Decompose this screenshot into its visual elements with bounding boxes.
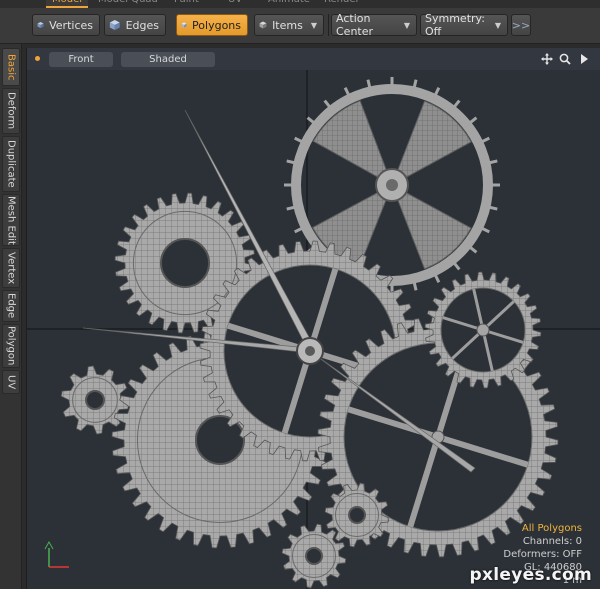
gear-scene-canvas xyxy=(27,70,600,589)
tab-basic-label: Basic xyxy=(5,53,17,81)
viewport-status-dot xyxy=(35,56,40,61)
tab-duplicate-label: Duplicate xyxy=(5,140,17,188)
balance-wheel-pin xyxy=(489,205,498,211)
vertices-cube-icon xyxy=(37,21,44,29)
layout-tab-strip: Model Model Quad Paint UV Animate Render xyxy=(0,0,600,8)
balance-wheel-pin xyxy=(412,282,418,291)
hands-center-pin xyxy=(305,346,315,356)
balance-wheel-pin xyxy=(294,227,303,234)
balance-wheel-pin xyxy=(481,227,490,234)
symmetry-dropdown-icon: ▼ xyxy=(494,20,501,30)
small-right-ring-gear-hub xyxy=(476,323,490,337)
balance-wheel-pin xyxy=(434,87,441,96)
shading-select-dropdown[interactable]: Shaded xyxy=(121,52,215,67)
balance-wheel-pin xyxy=(306,116,315,124)
action-center-dropdown[interactable]: Action Center ▼ xyxy=(331,12,417,38)
balance-wheel-pin xyxy=(323,99,331,108)
deformers-text: Deformers: OFF xyxy=(503,549,582,560)
tab-edge[interactable]: Edge xyxy=(2,290,20,322)
layout-tab-render[interactable]: Render xyxy=(318,0,366,8)
polygons-cube-icon xyxy=(181,22,187,28)
balance-wheel-pin xyxy=(366,79,372,88)
tab-vertex[interactable]: Vertex xyxy=(2,248,20,288)
tab-duplicate[interactable]: Duplicate xyxy=(2,136,20,192)
channels-text: Channels: 0 xyxy=(522,536,582,547)
selection-mode-text: All Polygons xyxy=(521,523,582,534)
balance-wheel-pin xyxy=(453,99,461,108)
vertices-label: Vertices xyxy=(49,18,93,32)
balance-wheel-pin xyxy=(294,136,303,143)
symmetry-dropdown[interactable]: Symmetry: Off ▼ xyxy=(420,12,508,38)
layout-tab-uv[interactable]: UV xyxy=(222,0,248,8)
items-dropdown-icon: ▼ xyxy=(310,20,317,30)
items-button[interactable]: Items ▼ xyxy=(254,14,324,36)
balance-wheel-pin xyxy=(412,79,418,88)
tab-basic[interactable]: Basic xyxy=(2,48,20,86)
layout-tab-animate[interactable]: Animate xyxy=(262,0,316,8)
balance-wheel-pin xyxy=(469,246,478,254)
symmetry-label: Symmetry: Off xyxy=(425,12,485,38)
tool-tabs-sidebar: Basic Deform Duplicate Mesh Edit Vertex … xyxy=(0,44,22,589)
toolbar-overflow-label: >> xyxy=(511,18,531,32)
vertices-button[interactable]: Vertices xyxy=(32,14,100,36)
tab-polygon-label: Polygon xyxy=(5,326,17,366)
layout-tab-model[interactable]: Model xyxy=(46,0,89,8)
balance-wheel-pin xyxy=(453,262,461,271)
layout-tab-model-quad[interactable]: Model Quad xyxy=(92,0,164,8)
edges-cube-icon xyxy=(109,20,120,30)
edges-label: Edges xyxy=(125,18,159,32)
selection-toolbar: Vertices Edges Polygons Items ▼ Action C… xyxy=(0,8,600,44)
gear-assembly xyxy=(60,77,559,589)
tab-vertex-label: Vertex xyxy=(5,251,17,285)
tab-mesh-edit-label: Mesh Edit xyxy=(5,195,17,245)
viewport-header: Front Shaded xyxy=(27,48,600,70)
layout-tab-paint[interactable]: Paint xyxy=(168,0,205,8)
polygons-button[interactable]: Polygons xyxy=(176,14,248,36)
upper-left-gear-hole xyxy=(160,238,210,288)
tab-polygon[interactable]: Polygon xyxy=(2,324,20,368)
balance-wheel-pin xyxy=(286,205,295,211)
tab-mesh-edit[interactable]: Mesh Edit xyxy=(2,194,20,246)
balance-wheel-pin xyxy=(434,274,441,283)
tab-deform[interactable]: Deform xyxy=(2,88,20,134)
tab-deform-label: Deform xyxy=(5,92,17,130)
action-center-label: Action Center xyxy=(336,12,374,38)
edges-button[interactable]: Edges xyxy=(104,14,166,36)
view-select-dropdown[interactable]: Front xyxy=(49,52,113,67)
small-bottom-gear-1-hole xyxy=(348,506,366,524)
tab-edge-label: Edge xyxy=(5,293,17,319)
small-bottom-gear-2-hole xyxy=(305,547,323,565)
items-cube-icon xyxy=(259,21,267,29)
balance-wheel-pin xyxy=(343,87,350,96)
toolbar-divider xyxy=(328,14,329,36)
toolbar-overflow-button[interactable]: >> xyxy=(511,14,531,36)
axis-orientation-icon xyxy=(44,540,69,568)
watermark-logo: pxleyes.com xyxy=(469,565,592,585)
tab-uv[interactable]: UV xyxy=(2,370,20,394)
balance-wheel-pin xyxy=(489,159,498,165)
zoom-icon[interactable] xyxy=(557,51,573,67)
items-label: Items xyxy=(272,18,303,32)
action-center-dropdown-icon: ▼ xyxy=(403,20,410,30)
3d-viewport[interactable]: Front Shaded All Polygons Channels: 0 De… xyxy=(26,48,600,589)
balance-wheel-pin xyxy=(469,116,478,124)
balance-wheel-axle xyxy=(386,179,398,191)
balance-wheel-pin xyxy=(286,159,295,165)
polygons-label: Polygons xyxy=(192,18,241,32)
balance-wheel-pin xyxy=(481,136,490,143)
move-icon[interactable] xyxy=(539,51,555,67)
tab-uv-label: UV xyxy=(5,374,17,390)
play-arrow-icon[interactable] xyxy=(576,51,592,67)
small-left-gear-hole xyxy=(85,390,105,410)
